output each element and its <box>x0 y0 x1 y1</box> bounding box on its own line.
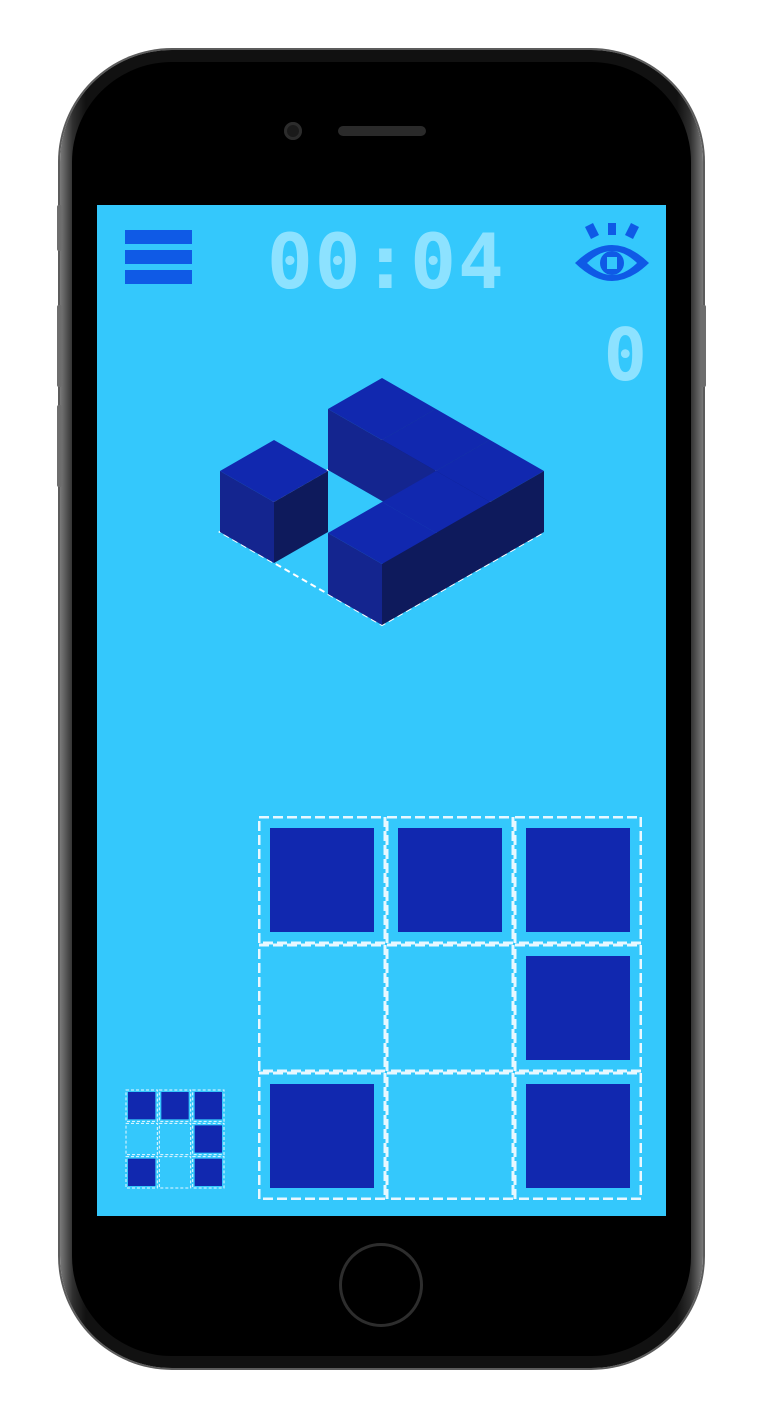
answer-grid-tile <box>526 828 630 932</box>
power-button <box>701 305 706 387</box>
preview-grid-tile <box>194 1125 222 1153</box>
home-button[interactable] <box>339 1243 423 1327</box>
answer-grid-tile <box>526 956 630 1060</box>
front-camera <box>284 122 302 140</box>
preview-grid-cell <box>158 1122 192 1156</box>
answer-grid-tile <box>270 1084 374 1188</box>
answer-grid-tile <box>526 1084 630 1188</box>
volume-down-button <box>57 405 62 487</box>
volume-up-button <box>57 305 62 387</box>
game-screen: 00:04 0 <box>97 205 666 1216</box>
answer-grid[interactable] <box>258 816 642 1200</box>
preview-grid-cell <box>125 1122 158 1156</box>
answer-grid-cell[interactable] <box>385 1071 515 1200</box>
answer-grid-tile <box>270 828 374 932</box>
preview-grid-tile <box>194 1092 222 1120</box>
answer-grid-cell[interactable] <box>258 943 387 1073</box>
silent-switch <box>57 205 62 251</box>
preview-grid-tile <box>161 1092 189 1120</box>
isometric-view <box>217 378 547 627</box>
answer-grid-tile <box>398 828 502 932</box>
preview-grid-tile <box>128 1158 156 1186</box>
earpiece-speaker <box>338 126 426 136</box>
answer-grid-cell[interactable] <box>385 943 515 1073</box>
preview-grid-tile <box>128 1092 156 1120</box>
preview-grid-tile <box>194 1158 222 1186</box>
preview-grid-cell <box>158 1156 192 1189</box>
preview-grid <box>125 1089 225 1189</box>
